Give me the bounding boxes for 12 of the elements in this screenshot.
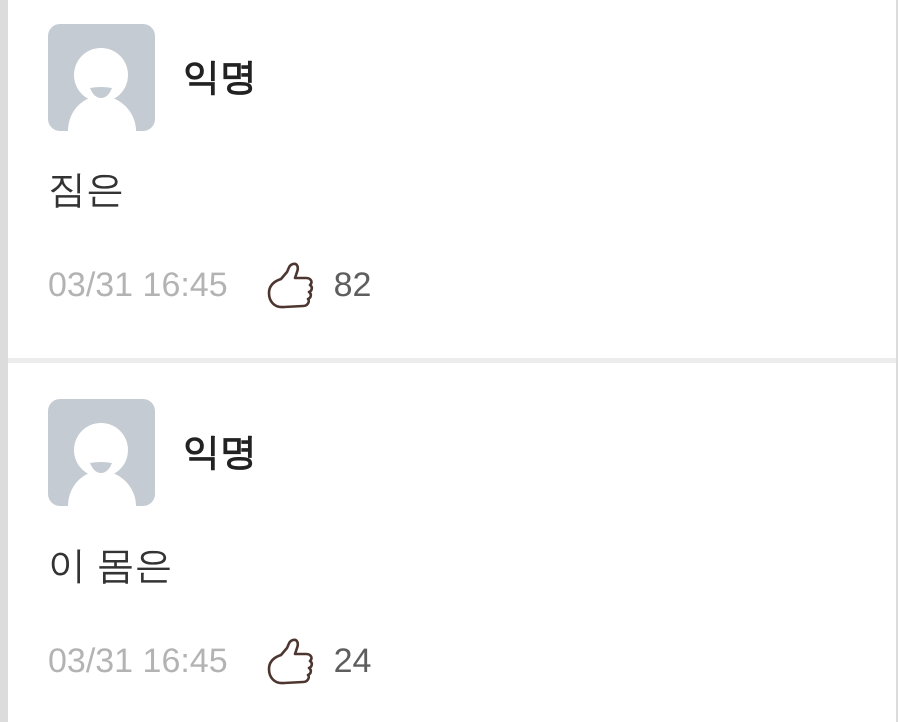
thumbs-up-icon[interactable] — [266, 638, 316, 686]
avatar-icon — [48, 399, 155, 506]
thumbs-up-icon[interactable] — [266, 262, 316, 310]
comment-time: 03/31 16:45 — [48, 641, 228, 682]
author-name: 익명 — [183, 55, 257, 100]
like-count: 82 — [334, 265, 372, 306]
like-count: 24 — [334, 641, 372, 682]
comment-text: 짐은 — [48, 168, 124, 213]
comment-time: 03/31 16:45 — [48, 265, 228, 306]
avatar-icon — [48, 24, 155, 131]
comment-text: 이 몸은 — [48, 544, 173, 589]
author-name: 익명 — [183, 430, 257, 474]
